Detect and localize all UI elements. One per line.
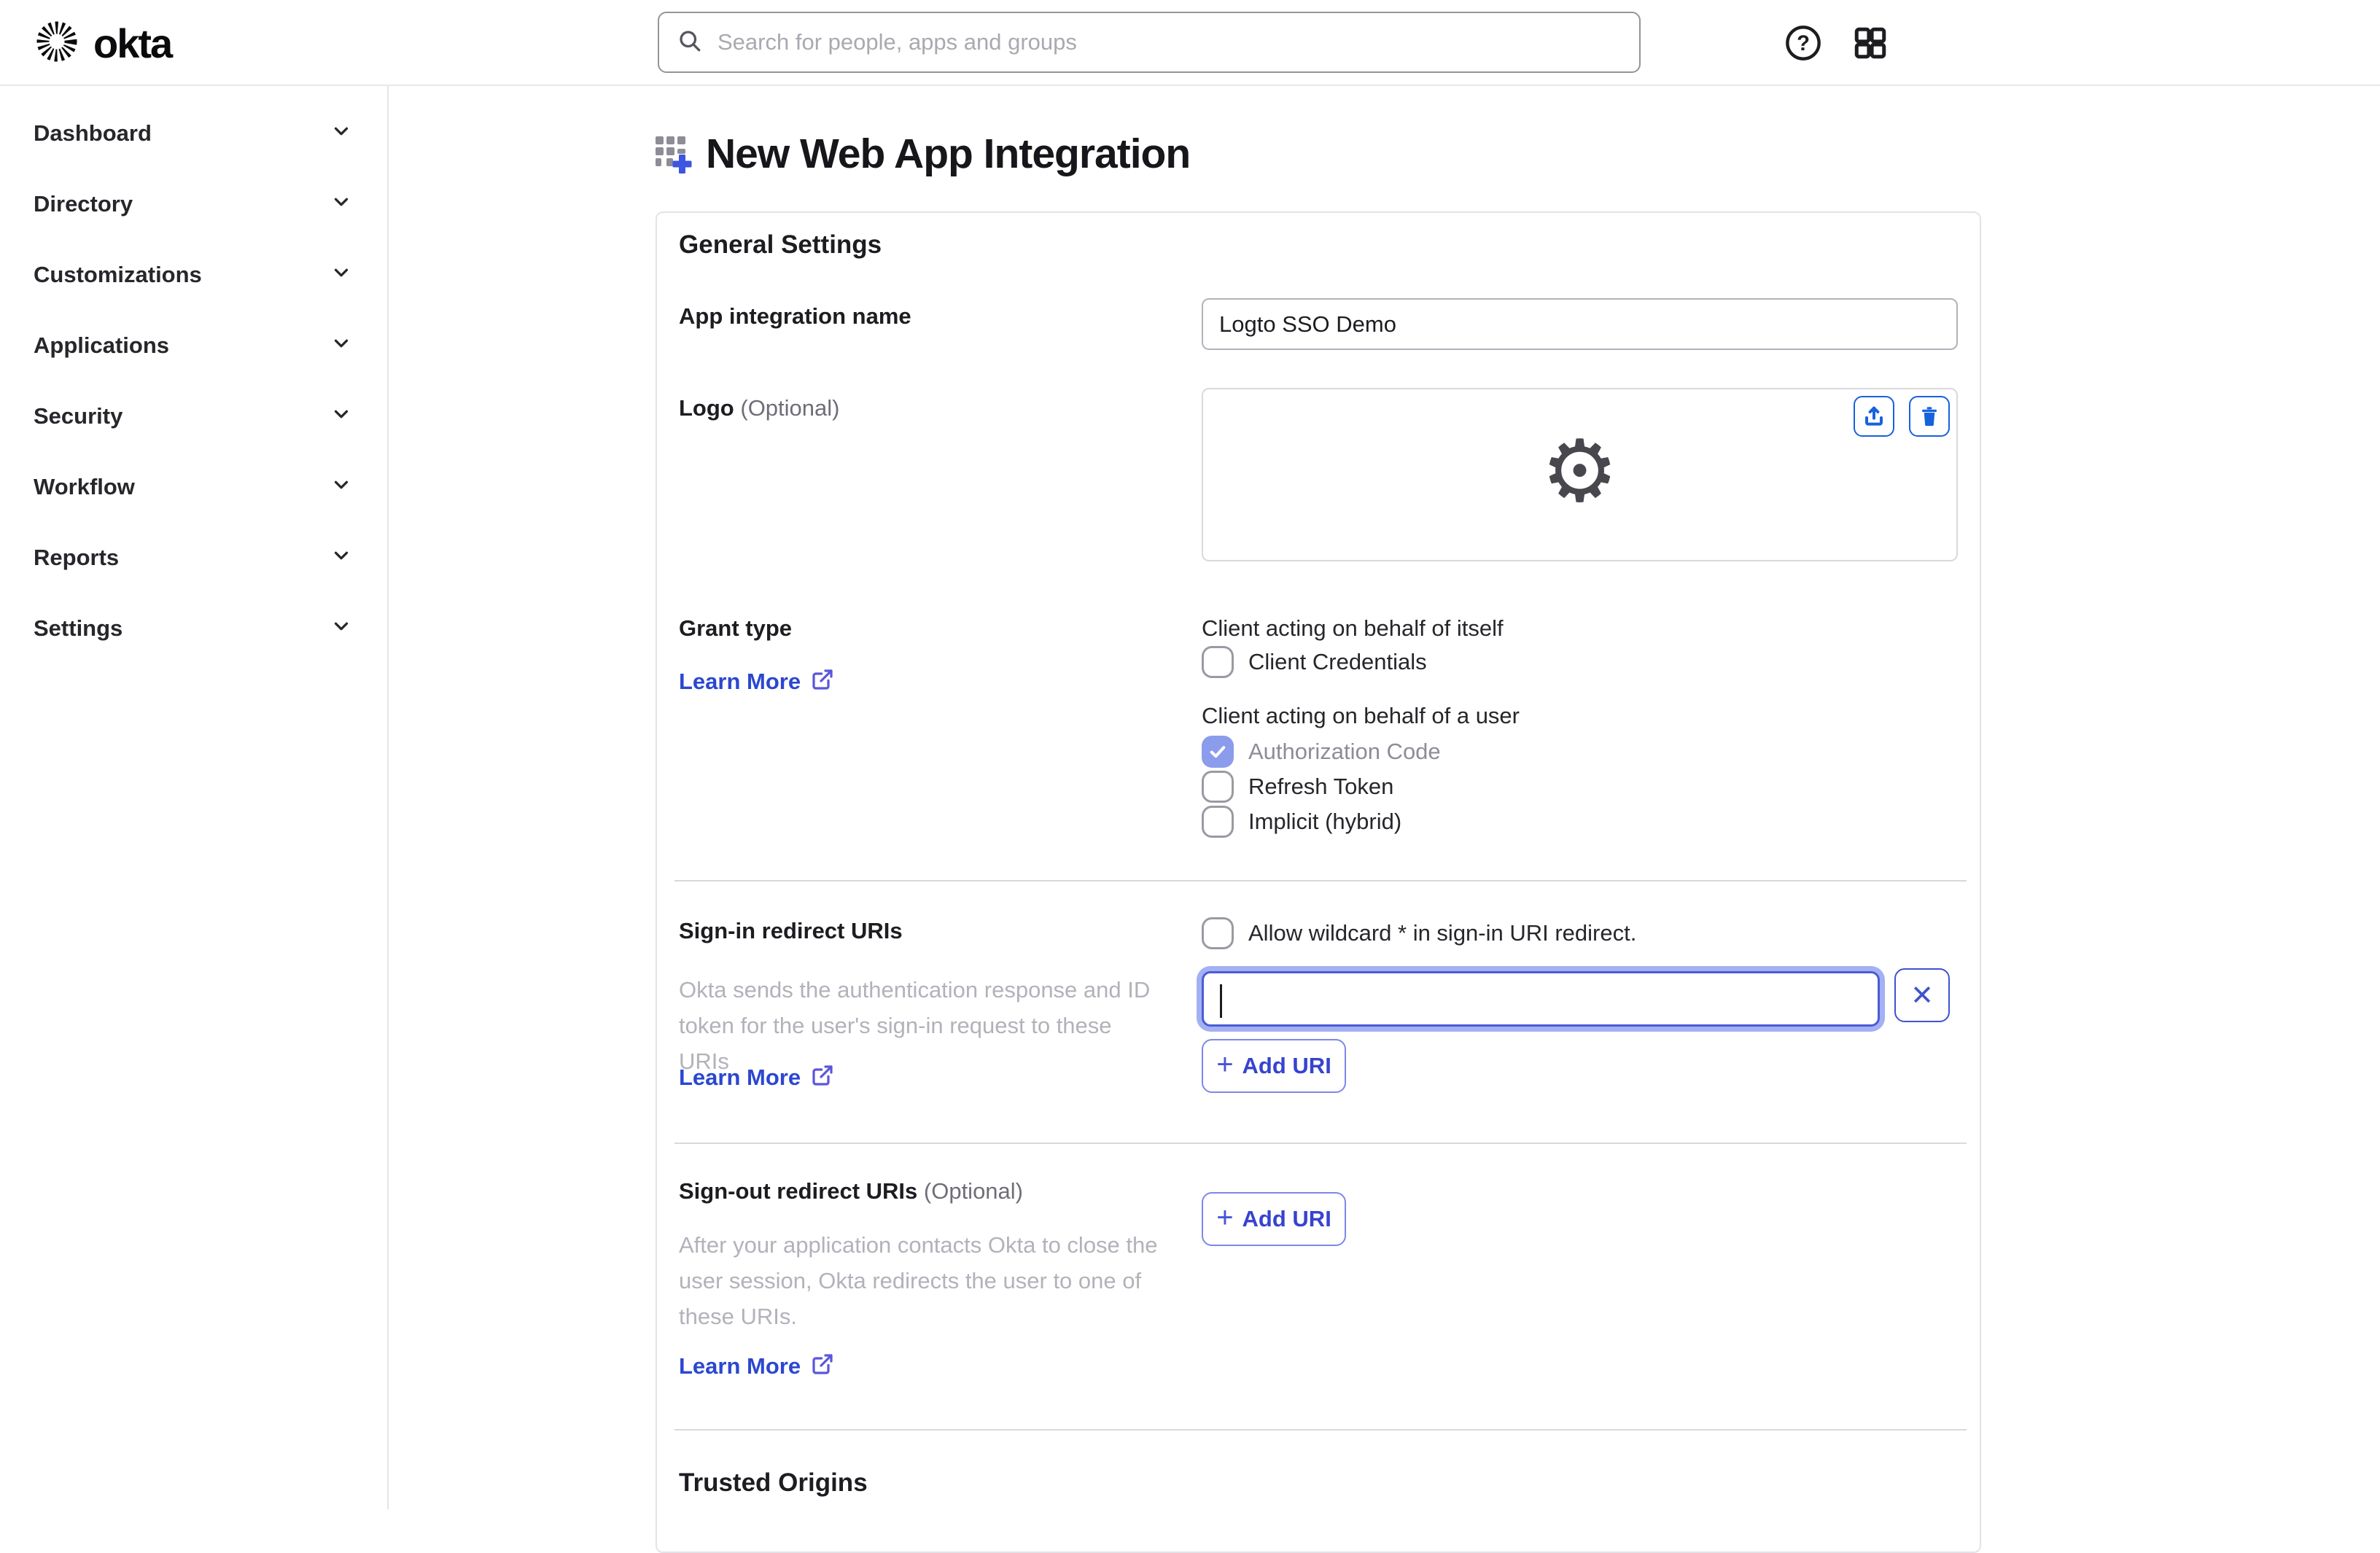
sidebar-item-label: Settings <box>34 615 122 642</box>
chevron-down-icon <box>330 615 352 641</box>
top-bar: okta ? <box>0 0 2380 86</box>
remove-uri-button[interactable]: ✕ <box>1894 968 1950 1022</box>
signin-learn-more-link[interactable]: Learn More <box>679 1064 834 1091</box>
sidebar-item-label: Directory <box>34 191 133 217</box>
sidebar-item-label: Reports <box>34 545 119 571</box>
text-cursor <box>1220 984 1222 1018</box>
chevron-down-icon <box>330 262 352 287</box>
general-settings-card: General Settings App integration name Lo… <box>656 211 1981 1553</box>
chevron-down-icon <box>330 332 352 358</box>
sidebar-item-label: Customizations <box>34 262 202 288</box>
sidebar-item-dashboard[interactable]: Dashboard <box>0 98 387 168</box>
sidebar-item-directory[interactable]: Directory <box>0 168 387 239</box>
wildcard-option: Allow wildcard * in sign-in URI redirect… <box>1202 917 1636 949</box>
app-name-label: App integration name <box>679 303 911 330</box>
sidebar-item-label: Dashboard <box>34 120 152 147</box>
signout-add-uri-button[interactable]: + Add URI <box>1202 1192 1346 1246</box>
implicit-hybrid-checkbox[interactable] <box>1202 806 1234 838</box>
section-divider <box>674 1143 1967 1144</box>
grant-type-label: Grant type <box>679 615 792 642</box>
general-settings-heading: General Settings <box>679 230 882 260</box>
wildcard-checkbox[interactable] <box>1202 917 1234 949</box>
app-name-input[interactable] <box>1202 298 1958 350</box>
upload-logo-button[interactable] <box>1854 396 1894 437</box>
gear-logo-placeholder-icon: ⚙ <box>1541 429 1619 515</box>
external-link-icon <box>811 1352 834 1379</box>
logo-optional-tag: (Optional) <box>740 395 839 421</box>
plus-icon: + <box>1216 1050 1233 1079</box>
trusted-origins-heading: Trusted Origins <box>679 1468 868 1498</box>
authorization-code-checkbox[interactable] <box>1202 736 1234 768</box>
signout-uris-description: After your application contacts Okta to … <box>679 1227 1160 1334</box>
sidebar-item-label: Applications <box>34 332 169 359</box>
sidebar-item-customizations[interactable]: Customizations <box>0 239 387 310</box>
search-bar[interactable] <box>658 12 1641 73</box>
client-credentials-checkbox[interactable] <box>1202 646 1234 678</box>
sidebar-item-workflow[interactable]: Workflow <box>0 451 387 522</box>
grant-option-client-credentials: Client Credentials <box>1202 646 1427 678</box>
chevron-down-icon <box>330 120 352 146</box>
signin-uri-input[interactable] <box>1202 971 1880 1027</box>
external-link-icon <box>811 668 834 695</box>
grant-learn-more-link[interactable]: Learn More <box>679 668 834 695</box>
chevron-down-icon <box>330 191 352 217</box>
plus-icon: + <box>1216 1203 1233 1232</box>
okta-sunburst-icon <box>34 18 80 69</box>
search-input[interactable] <box>718 29 1622 55</box>
help-button[interactable]: ? <box>1782 22 1824 64</box>
section-divider <box>674 880 1967 881</box>
chevron-down-icon <box>330 474 352 499</box>
grant-option-implicit-hybrid: Implicit (hybrid) <box>1202 806 1401 838</box>
sidebar-item-label: Security <box>34 403 122 429</box>
grant-option-authorization-code: Authorization Code <box>1202 736 1441 768</box>
signin-uris-description: Okta sends the authentication response a… <box>679 972 1160 1079</box>
okta-logo[interactable]: okta <box>34 0 171 86</box>
grant-option-refresh-token: Refresh Token <box>1202 771 1393 803</box>
delete-logo-button[interactable] <box>1909 396 1950 437</box>
section-divider <box>674 1429 1967 1431</box>
signout-uris-label: Sign-out redirect URIs (Optional) <box>679 1178 1023 1204</box>
sidebar: Dashboard Directory Customizations Appli… <box>0 86 389 1509</box>
chevron-down-icon <box>330 403 352 429</box>
signout-learn-more-link[interactable]: Learn More <box>679 1352 834 1379</box>
page-title: New Web App Integration <box>655 130 1190 178</box>
refresh-token-checkbox[interactable] <box>1202 771 1234 803</box>
okta-wordmark: okta <box>93 20 171 67</box>
sidebar-item-label: Workflow <box>34 474 135 500</box>
search-icon <box>677 28 703 58</box>
external-link-icon <box>811 1064 834 1091</box>
apps-grid-button[interactable] <box>1849 22 1891 64</box>
signout-optional-tag: (Optional) <box>924 1178 1023 1204</box>
sidebar-item-security[interactable]: Security <box>0 381 387 451</box>
svg-text:?: ? <box>1797 32 1810 55</box>
sidebar-item-reports[interactable]: Reports <box>0 522 387 593</box>
grant-user-heading: Client acting on behalf of a user <box>1202 703 1520 729</box>
sidebar-item-settings[interactable]: Settings <box>0 593 387 663</box>
logo-preview: ⚙ <box>1202 388 1958 561</box>
logo-label: Logo (Optional) <box>679 395 839 421</box>
chevron-down-icon <box>330 545 352 570</box>
sidebar-item-applications[interactable]: Applications <box>0 310 387 381</box>
signin-add-uri-button[interactable]: + Add URI <box>1202 1039 1346 1093</box>
app-grid-plus-icon <box>655 131 694 177</box>
signin-uris-label: Sign-in redirect URIs <box>679 918 903 944</box>
grant-self-heading: Client acting on behalf of itself <box>1202 615 1504 642</box>
